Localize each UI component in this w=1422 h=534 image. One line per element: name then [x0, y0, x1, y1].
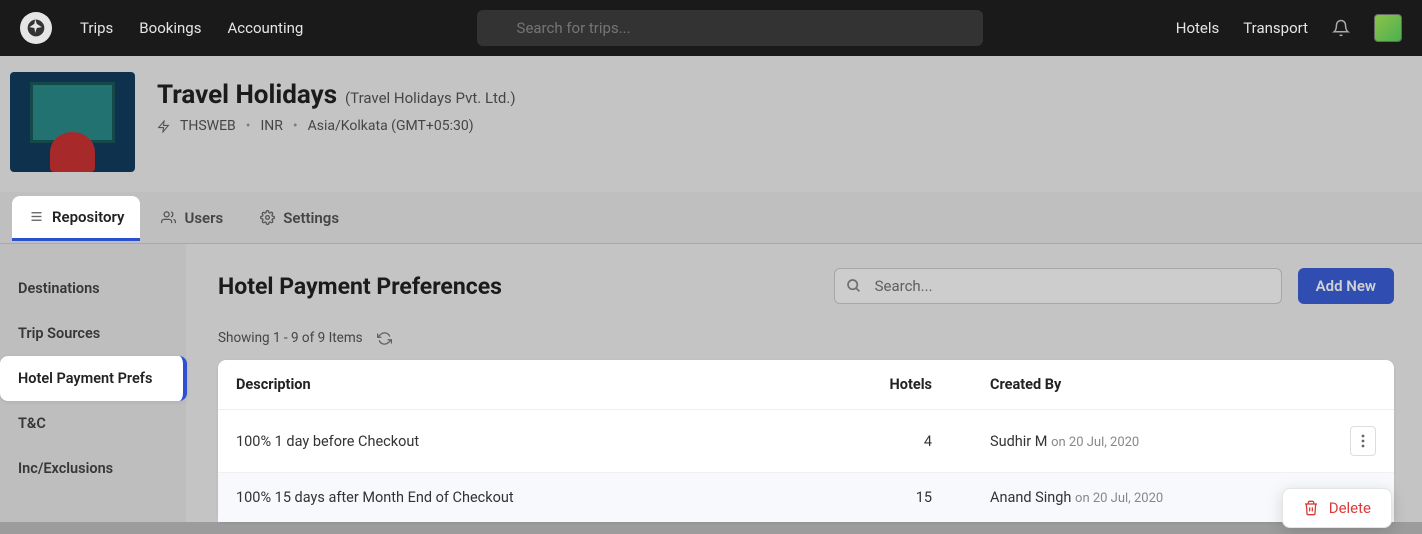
sidebar-item-inc-exclusions[interactable]: Inc/Exclusions: [0, 446, 186, 491]
sidebar: Destinations Trip Sources Hotel Payment …: [0, 244, 186, 522]
search-icon: [846, 278, 862, 294]
tab-settings[interactable]: Settings: [243, 197, 355, 239]
sidebar-item-hotel-payment-prefs[interactable]: Hotel Payment Prefs: [0, 356, 187, 401]
secondary-nav: Hotels Transport: [1176, 14, 1402, 42]
tab-repository[interactable]: Repository: [12, 196, 140, 241]
tenant-name: Travel Holidays: [157, 80, 337, 110]
avatar[interactable]: [1374, 14, 1402, 42]
bolt-icon: [157, 120, 170, 133]
col-created-by: Created By: [972, 360, 1332, 410]
primary-nav: Trips Bookings Accounting: [80, 19, 303, 37]
sidebar-item-trip-sources[interactable]: Trip Sources: [0, 311, 186, 356]
nav-accounting[interactable]: Accounting: [227, 19, 303, 37]
table-card: Description Hotels Created By 100% 1 day…: [218, 360, 1394, 522]
nav-hotels[interactable]: Hotels: [1176, 19, 1220, 37]
tenant-image: [10, 72, 135, 172]
nav-bookings[interactable]: Bookings: [139, 19, 201, 37]
add-new-button[interactable]: Add New: [1298, 268, 1394, 304]
delete-action[interactable]: Delete: [1303, 499, 1371, 517]
row-actions-dropdown: Delete: [1282, 488, 1392, 528]
tab-label: Repository: [52, 208, 124, 226]
tab-label: Settings: [283, 209, 339, 227]
cell-hotels: 4: [852, 410, 972, 473]
row-actions-button[interactable]: [1350, 426, 1376, 456]
global-search-input[interactable]: [477, 10, 983, 46]
cell-created-by: Anand Singh on 20 Jul, 2020: [972, 473, 1332, 523]
cell-created-by: Sudhir M on 20 Jul, 2020: [972, 410, 1332, 473]
notifications-icon[interactable]: [1332, 19, 1350, 37]
cell-description: 100% 15 days after Month End of Checkout: [218, 473, 852, 523]
cell-hotels: 15: [852, 473, 972, 523]
tenant-code: THSWEB: [180, 118, 236, 134]
gear-icon: [259, 210, 275, 226]
sidebar-item-tc[interactable]: T&C: [0, 401, 186, 446]
app-logo[interactable]: [20, 12, 52, 44]
nav-trips[interactable]: Trips: [80, 19, 113, 37]
cell-description: 100% 1 day before Checkout: [218, 410, 852, 473]
page-title: Hotel Payment Preferences: [218, 273, 502, 300]
tenant-currency: INR: [261, 118, 283, 134]
nav-transport[interactable]: Transport: [1243, 19, 1308, 37]
tabs-row: Repository Users Settings: [0, 192, 1422, 244]
refresh-icon[interactable]: [377, 331, 392, 346]
tab-label: Users: [184, 209, 223, 227]
list-icon: [28, 209, 44, 225]
delete-label: Delete: [1329, 499, 1371, 517]
table-row[interactable]: 100% 1 day before Checkout 4 Sudhir M on…: [218, 410, 1394, 473]
top-navbar: Trips Bookings Accounting Hotels Transpo…: [0, 0, 1422, 56]
tab-users[interactable]: Users: [144, 197, 239, 239]
tenant-legal: (Travel Holidays Pvt. Ltd.): [345, 89, 516, 107]
filter-search-input[interactable]: [834, 268, 1282, 304]
table-row[interactable]: 100% 15 days after Month End of Checkout…: [218, 473, 1394, 523]
users-icon: [160, 210, 176, 226]
tenant-timezone: Asia/Kolkata (GMT+05:30): [308, 118, 474, 134]
col-hotels: Hotels: [852, 360, 972, 410]
col-description: Description: [218, 360, 852, 410]
sidebar-item-destinations[interactable]: Destinations: [0, 266, 186, 311]
showing-text: Showing 1 - 9 of 9 Items: [218, 330, 363, 346]
trash-icon: [1303, 500, 1319, 516]
tenant-header: Travel Holidays (Travel Holidays Pvt. Lt…: [0, 56, 1422, 192]
table-header-row: Description Hotels Created By: [218, 360, 1394, 410]
